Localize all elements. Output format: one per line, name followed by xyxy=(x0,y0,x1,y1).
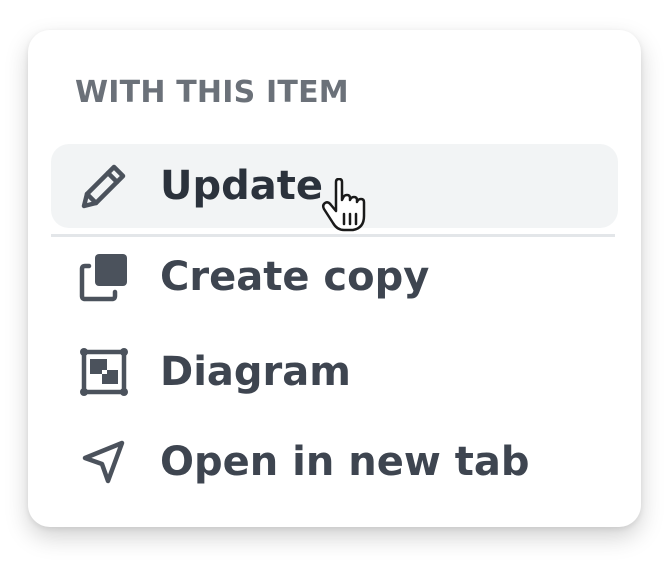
diagram-icon xyxy=(79,347,129,397)
pencil-icon xyxy=(79,161,129,211)
menu-item-label: Update xyxy=(160,163,323,209)
menu-item-open-in-new-tab[interactable]: Open in new tab xyxy=(51,420,618,504)
menu-item-label: Open in new tab xyxy=(160,439,530,485)
hand-cursor-icon xyxy=(320,177,372,232)
menu-item-diagram[interactable]: Diagram xyxy=(51,330,618,414)
context-menu: WITH THIS ITEM Update Create copy Diagra… xyxy=(28,30,641,527)
navigation-arrow-icon xyxy=(79,437,129,487)
copy-icon xyxy=(79,252,129,302)
menu-section-label: WITH THIS ITEM xyxy=(75,75,349,110)
menu-item-label: Diagram xyxy=(160,349,351,395)
menu-item-create-copy[interactable]: Create copy xyxy=(51,235,618,319)
menu-item-label: Create copy xyxy=(160,254,430,300)
